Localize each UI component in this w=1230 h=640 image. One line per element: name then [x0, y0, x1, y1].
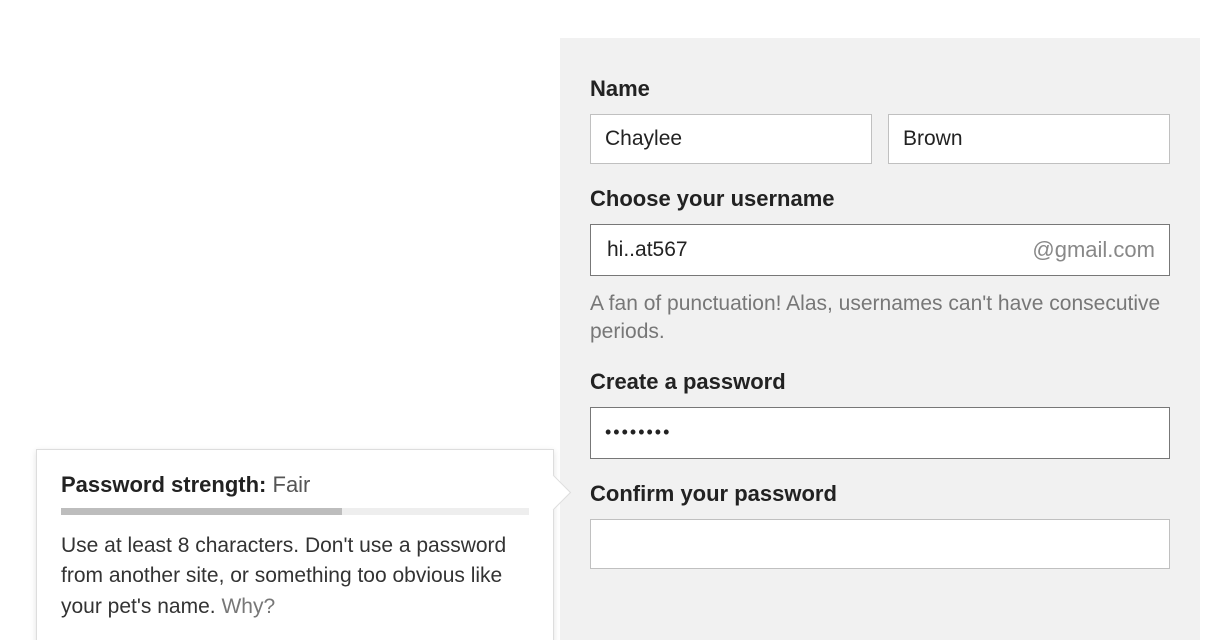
- password-strength-line: Password strength: Fair: [61, 472, 529, 498]
- username-field-group: Choose your username @gmail.com A fan of…: [590, 186, 1170, 347]
- password-hint-body: Use at least 8 characters. Don't use a p…: [61, 534, 506, 618]
- password-label: Create a password: [590, 369, 1170, 395]
- password-strength-bar: [61, 508, 529, 515]
- first-name-input[interactable]: [590, 114, 872, 164]
- name-label: Name: [590, 76, 1170, 102]
- password-strength-value: Fair: [273, 472, 311, 497]
- username-label: Choose your username: [590, 186, 1170, 212]
- password-field-group: Create a password: [590, 369, 1170, 459]
- username-error-message: A fan of punctuation! Alas, usernames ca…: [590, 290, 1170, 347]
- password-strength-bar-fill: [61, 508, 342, 515]
- confirm-password-label: Confirm your password: [590, 481, 1170, 507]
- name-field-group: Name: [590, 76, 1170, 164]
- password-hint-text: Use at least 8 characters. Don't use a p…: [61, 531, 529, 622]
- password-strength-tooltip: Password strength: Fair Use at least 8 c…: [36, 449, 554, 640]
- confirm-password-input[interactable]: [590, 519, 1170, 569]
- signup-form-panel: Name Choose your username @gmail.com A f…: [560, 38, 1200, 640]
- name-row: [590, 114, 1170, 164]
- username-input[interactable]: [605, 225, 1032, 275]
- username-suffix: @gmail.com: [1032, 237, 1155, 263]
- username-input-wrap[interactable]: @gmail.com: [590, 224, 1170, 276]
- password-strength-label: Password strength:: [61, 472, 266, 497]
- password-input[interactable]: [590, 407, 1170, 459]
- last-name-input[interactable]: [888, 114, 1170, 164]
- why-link[interactable]: Why?: [221, 595, 275, 618]
- confirm-password-field-group: Confirm your password: [590, 481, 1170, 569]
